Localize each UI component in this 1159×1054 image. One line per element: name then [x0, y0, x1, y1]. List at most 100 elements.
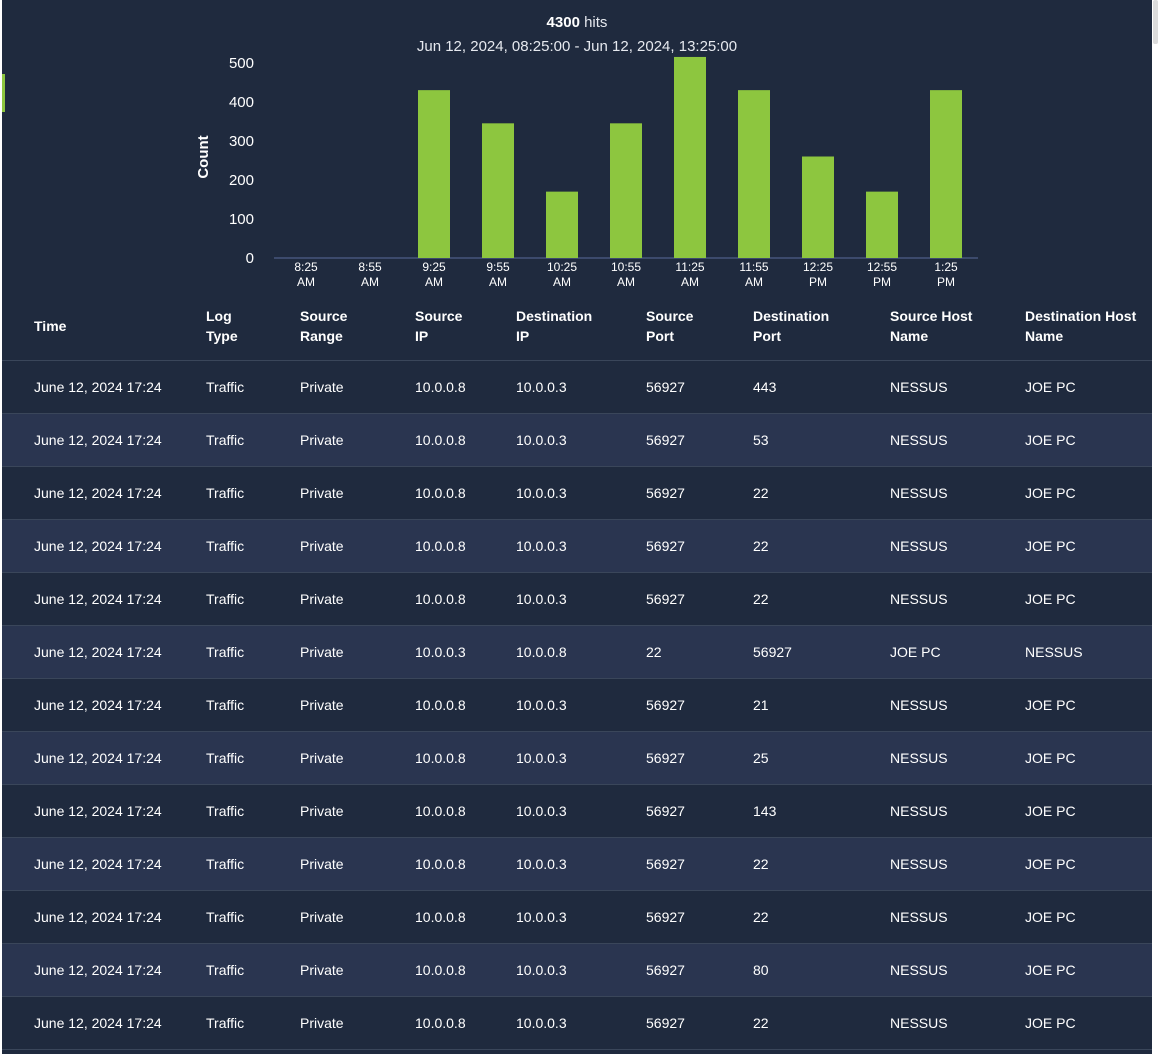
x-tick-label: 10:25 — [547, 260, 577, 274]
y-tick-label: 300 — [229, 133, 254, 150]
column-header-text: Source — [415, 308, 463, 324]
table-cell: Private — [300, 837, 415, 891]
x-tick-label: 12:25 — [803, 260, 833, 274]
column-header[interactable]: Source Port — [646, 292, 753, 361]
table-cell: Traffic — [206, 519, 300, 573]
bar[interactable] — [418, 90, 450, 258]
y-tick-label: 500 — [229, 55, 254, 72]
table-row[interactable]: June 12, 2024 17:24 Traffic Private 10.0.0.… — [2, 625, 1152, 679]
column-header-text: Name — [1025, 328, 1064, 344]
table-header-row: Time Log Type Source Range Source IP Destinatio… — [2, 292, 1152, 361]
table-cell: June 12, 2024 17:24 — [2, 466, 206, 520]
table-cell: 10.0.0.8 — [516, 625, 646, 679]
table-cell: 143 — [753, 784, 890, 838]
x-tick-label: 10:55 — [611, 260, 641, 274]
table-cell: NESSUS — [890, 943, 1025, 997]
scrollbar-thumb[interactable] — [1153, 0, 1158, 44]
table-row[interactable]: June 12, 2024 17:24 Traffic Private 10.0.0.… — [2, 678, 1152, 732]
column-header[interactable]: Source Range — [300, 292, 415, 361]
table-cell: 10.0.0.8 — [415, 678, 516, 732]
hits-histogram: 4300 hits Jun 12, 2024, 08:25:00 - Jun 1… — [2, 0, 1152, 292]
bar[interactable] — [610, 123, 642, 258]
column-header-text: Destination — [753, 308, 830, 324]
column-header[interactable]: Log Type — [206, 292, 300, 361]
table-row[interactable]: June 12, 2024 17:24 Traffic Private 10.0.0.… — [2, 572, 1152, 626]
table-cell: 22 — [646, 625, 753, 679]
bar[interactable] — [866, 191, 898, 258]
x-tick-label: AM — [745, 275, 763, 289]
x-tick-label: AM — [553, 275, 571, 289]
table-cell: 56927 — [646, 413, 753, 467]
table-cell: 56927 — [646, 466, 753, 520]
column-header[interactable]: Time — [2, 292, 206, 361]
table-row[interactable]: June 12, 2024 17:24 Traffic Private 10.0.0.… — [2, 943, 1152, 997]
table-cell: Private — [300, 678, 415, 732]
bar[interactable] — [738, 90, 770, 258]
table-cell: Traffic — [206, 837, 300, 891]
table-cell: 56927 — [646, 572, 753, 626]
table-cell: Private — [300, 996, 415, 1050]
bar[interactable] — [674, 56, 706, 259]
table-cell: 22 — [753, 466, 890, 520]
table-cell: Traffic — [206, 466, 300, 520]
y-tick-label: 200 — [229, 172, 254, 189]
table-cell: Private — [300, 731, 415, 785]
table-row[interactable]: June 12, 2024 17:24 Traffic Private 10.0.0.… — [2, 413, 1152, 467]
table-cell: JOE PC — [1025, 837, 1152, 891]
table-cell: Traffic — [206, 943, 300, 997]
column-header[interactable]: Destination IP — [516, 292, 646, 361]
log-results-panel: 4300 hits Jun 12, 2024, 08:25:00 - Jun 1… — [2, 0, 1152, 1054]
table-row[interactable]: June 12, 2024 17:24 Traffic Private 10.0.0.… — [2, 890, 1152, 944]
column-header-text: Source — [646, 308, 694, 324]
table-cell: JOE PC — [1025, 519, 1152, 573]
column-header-text: IP — [516, 328, 530, 344]
table-row[interactable]: June 12, 2024 17:24 Traffic Private 10.0.0.… — [2, 360, 1152, 414]
table-row[interactable]: June 12, 2024 17:24 Traffic Private 10.0.0.… — [2, 466, 1152, 520]
table-cell: 56927 — [646, 890, 753, 944]
y-tick-label: 100 — [229, 211, 254, 228]
table-cell: 10.0.0.8 — [415, 890, 516, 944]
table-cell: 80 — [753, 943, 890, 997]
table-row[interactable]: June 12, 2024 17:24 Traffic Private 10.0.0.… — [2, 731, 1152, 785]
table-cell: Traffic — [206, 413, 300, 467]
table-cell: 10.0.0.8 — [415, 837, 516, 891]
y-tick-label: 400 — [229, 94, 254, 111]
table-cell: 10.0.0.3 — [516, 890, 646, 944]
column-header[interactable]: Source IP — [415, 292, 516, 361]
table-cell: 10.0.0.3 — [516, 996, 646, 1050]
bar[interactable] — [546, 191, 578, 258]
column-header[interactable]: Source Host Name — [890, 292, 1025, 361]
bar[interactable] — [930, 90, 962, 258]
table-cell: 10.0.0.3 — [516, 837, 646, 891]
table-cell: June 12, 2024 17:24 — [2, 519, 206, 573]
table-cell: JOE PC — [1025, 890, 1152, 944]
column-header-text: Port — [646, 328, 674, 344]
x-tick-label: AM — [425, 275, 443, 289]
table-cell: 22 — [753, 837, 890, 891]
table-cell: NESSUS — [890, 890, 1025, 944]
table-row[interactable]: June 12, 2024 17:24 Traffic Private 10.0.0.… — [2, 837, 1152, 891]
column-header-text: Range — [300, 328, 343, 344]
table-row[interactable]: June 12, 2024 17:24 Traffic Private 10.0.0.… — [2, 996, 1152, 1050]
table-cell: 56927 — [646, 837, 753, 891]
x-tick-label: 11:25 — [675, 260, 704, 274]
table-cell: 10.0.0.3 — [516, 413, 646, 467]
column-header-text: Destination — [516, 308, 593, 324]
table-cell: Traffic — [206, 996, 300, 1050]
table-body: June 12, 2024 17:24 Traffic Private 10.0.0.… — [2, 360, 1152, 1050]
table-cell: 10.0.0.3 — [415, 625, 516, 679]
table-row[interactable]: June 12, 2024 17:24 Traffic Private 10.0.0.… — [2, 784, 1152, 838]
bar[interactable] — [802, 156, 834, 259]
table-cell: JOE PC — [1025, 678, 1152, 732]
column-header-text: IP — [415, 328, 429, 344]
table-cell: 21 — [753, 678, 890, 732]
bar[interactable] — [482, 123, 514, 258]
column-header[interactable]: Destination Host Name — [1025, 292, 1152, 361]
table-cell: Private — [300, 466, 415, 520]
table-cell: JOE PC — [1025, 731, 1152, 785]
scrollbar[interactable] — [1152, 0, 1159, 1054]
table-cell: June 12, 2024 17:24 — [2, 413, 206, 467]
x-tick-label: AM — [361, 275, 379, 289]
table-row[interactable]: June 12, 2024 17:24 Traffic Private 10.0.0.… — [2, 519, 1152, 573]
column-header[interactable]: Destination Port — [753, 292, 890, 361]
